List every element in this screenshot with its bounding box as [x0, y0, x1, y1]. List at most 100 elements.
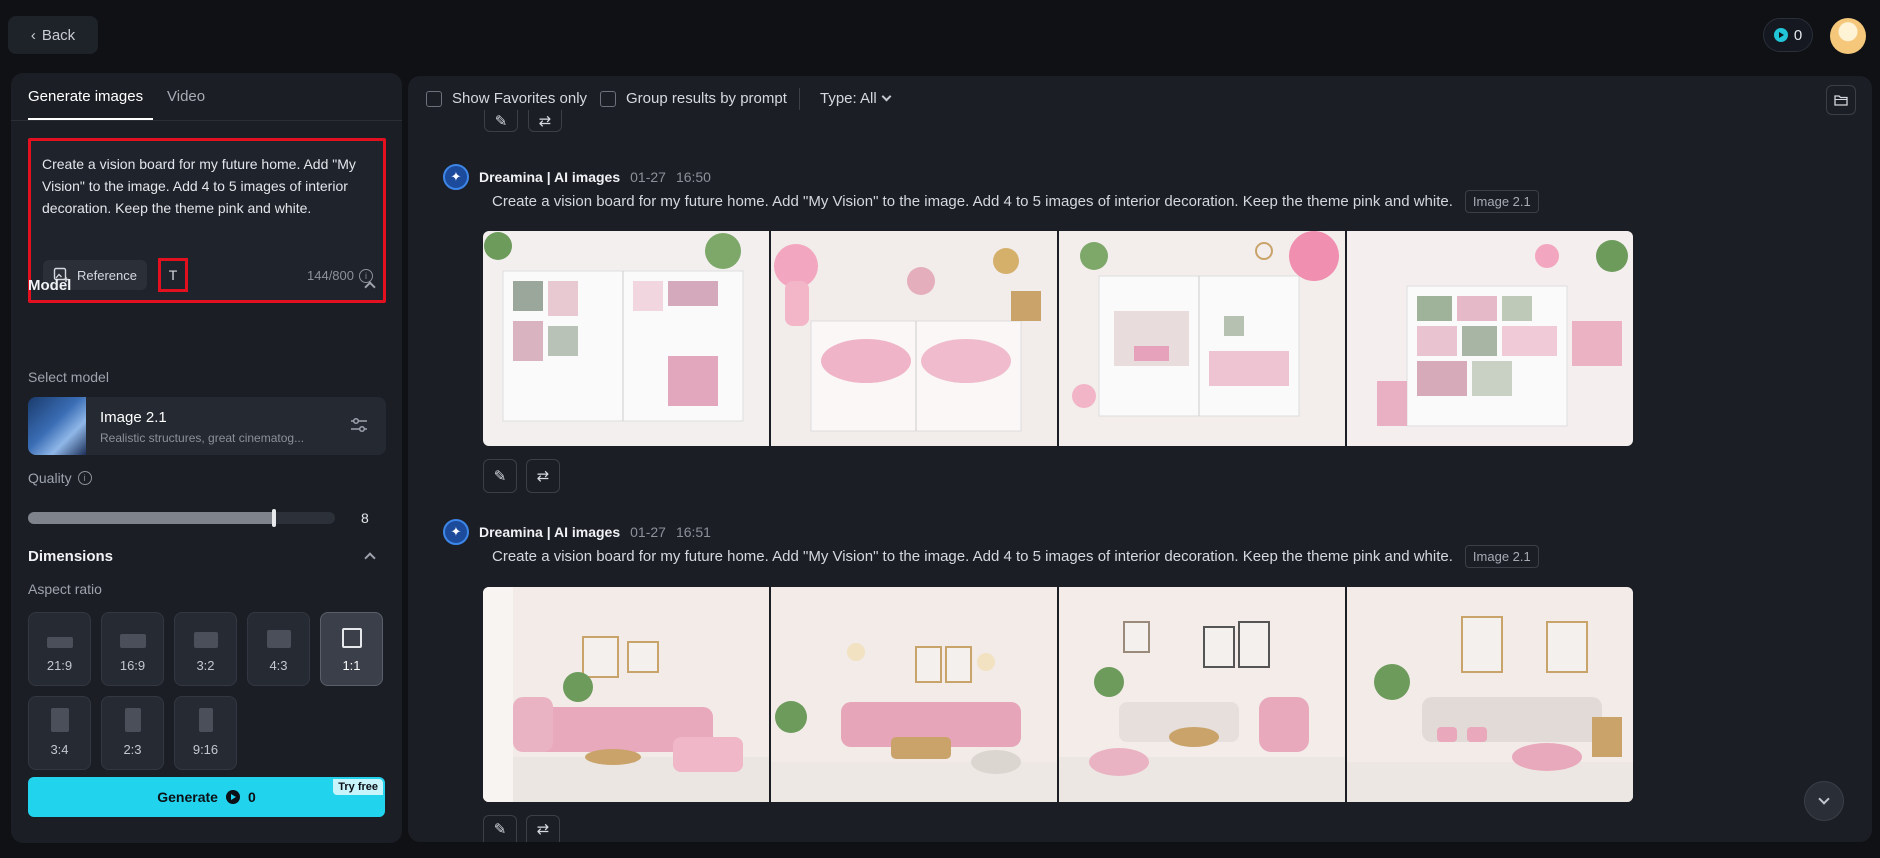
generated-image[interactable] [1347, 231, 1633, 446]
regenerate-icon: ⇄ [536, 821, 550, 838]
generation-author: Dreamina | AI images [479, 524, 621, 540]
group-checkbox[interactable] [600, 90, 616, 107]
generation-prompt[interactable]: Create a vision board for my future home… [492, 545, 1539, 568]
dreamina-logo-icon: ✦ [443, 164, 469, 190]
edit-button[interactable]: ✎ [484, 110, 518, 132]
model-chip[interactable]: Image 2.1 [1464, 545, 1539, 568]
coin-icon [1773, 28, 1788, 42]
chevron-up-icon[interactable] [364, 552, 376, 564]
group-by-prompt-filter[interactable]: Group results by prompt [600, 90, 787, 107]
generation-time: 16:51 [675, 524, 711, 540]
text-tool-button[interactable]: T [158, 258, 188, 292]
aspect-shape-icon [50, 708, 69, 732]
credits-badge[interactable]: 0 [1763, 18, 1813, 52]
living-room-image-3 [1059, 587, 1345, 802]
generated-image[interactable] [1347, 587, 1633, 802]
living-room-image-2 [771, 587, 1057, 802]
prompt-input-box[interactable]: Create a vision board for my future home… [28, 138, 386, 303]
aspect-label: 2:3 [123, 742, 142, 757]
regenerate-icon: ⇄ [536, 468, 550, 485]
aspect-16-9-button[interactable]: 16:9 [101, 612, 164, 686]
generated-image[interactable] [771, 587, 1057, 802]
quality-slider-handle[interactable] [271, 509, 276, 527]
aspect-3-2-button[interactable]: 3:2 [174, 612, 237, 686]
regenerate-button[interactable]: ⇄ [526, 815, 560, 842]
quality-slider[interactable] [28, 509, 335, 527]
vision-board-image-1 [483, 231, 769, 446]
generate-credits: 0 [247, 789, 256, 805]
generation-time: 16:50 [675, 169, 711, 185]
text-tool-icon: T [168, 267, 178, 283]
aspect-label: 3:2 [196, 658, 215, 673]
image-row-vision-boards [483, 231, 1633, 446]
aspect-3-4-button[interactable]: 3:4 [28, 696, 91, 770]
folder-button[interactable] [1826, 85, 1856, 115]
quality-label: Quality [28, 470, 72, 486]
vision-board-image-4 [1347, 231, 1633, 446]
info-icon[interactable]: i [77, 471, 92, 485]
aspect-label: 9:16 [192, 742, 219, 757]
sliders-icon[interactable] [350, 417, 368, 433]
counter-text: 144/800 [307, 268, 354, 283]
aspect-shape-icon [198, 708, 213, 732]
aspect-shape-icon [119, 634, 146, 648]
chevron-left-icon: ‹ [30, 26, 36, 44]
avatar[interactable] [1830, 18, 1866, 54]
vision-board-image-2 [771, 231, 1057, 446]
top-bar: ‹ Back 0 [0, 0, 1880, 70]
generated-image[interactable] [771, 231, 1057, 446]
aspect-label: 4:3 [269, 658, 288, 673]
coin-icon [225, 790, 240, 804]
generation-prompt-text: Create a vision board for my future home… [492, 548, 1453, 565]
generate-button[interactable]: Generate 0 Try free [28, 777, 385, 817]
type-dropdown[interactable]: Type: All [820, 90, 892, 107]
aspect-9-16-button[interactable]: 9:16 [174, 696, 237, 770]
tab-generate-images[interactable]: Generate images [28, 88, 143, 105]
generated-image[interactable] [483, 587, 769, 802]
aspect-1-1-button[interactable]: 1:1 [320, 612, 383, 686]
filter-divider [799, 88, 800, 110]
info-icon[interactable]: i [359, 268, 373, 283]
vision-board-image-3 [1059, 231, 1345, 446]
try-free-badge: Try free [333, 779, 383, 795]
credits-count: 0 [1793, 26, 1803, 44]
generate-label: Generate [157, 789, 218, 805]
type-label: Type: All [820, 90, 877, 107]
chevron-down-icon [1818, 793, 1830, 805]
favorites-filter[interactable]: Show Favorites only [426, 90, 587, 107]
tab-video[interactable]: Video [167, 88, 205, 105]
generated-image[interactable] [1059, 587, 1345, 802]
quality-value: 8 [361, 510, 369, 526]
generation-header: ✦ Dreamina | AI images 01-27 16:51 [443, 519, 711, 545]
aspect-label: 3:4 [50, 742, 69, 757]
aspect-label: 16:9 [119, 658, 146, 673]
generated-image[interactable] [1059, 231, 1345, 446]
edit-button[interactable]: ✎ [483, 815, 517, 842]
model-section-title: Model [28, 277, 72, 294]
aspect-4-3-button[interactable]: 4:3 [247, 612, 310, 686]
aspect-label: 1:1 [342, 658, 361, 673]
prompt-text[interactable]: Create a vision board for my future home… [42, 153, 372, 219]
model-chip[interactable]: Image 2.1 [1464, 190, 1539, 213]
favorites-checkbox[interactable] [426, 90, 442, 107]
back-label: Back [41, 26, 76, 44]
generation-date: 01-27 [630, 169, 666, 185]
regenerate-button[interactable]: ⇄ [528, 110, 562, 132]
aspect-21-9-button[interactable]: 21:9 [28, 612, 91, 686]
back-button[interactable]: ‹ Back [8, 16, 98, 54]
generated-image[interactable] [483, 231, 769, 446]
aspect-shape-icon [193, 632, 218, 648]
aspect-2-3-button[interactable]: 2:3 [101, 696, 164, 770]
generation-settings-panel: Generate images Video Create a vision bo… [11, 73, 402, 843]
scroll-to-bottom-button[interactable] [1804, 781, 1844, 821]
dreamina-logo-icon: ✦ [443, 519, 469, 545]
group-label: Group results by prompt [626, 90, 787, 107]
model-selector[interactable]: Image 2.1 Realistic structures, great ci… [28, 397, 386, 455]
aspect-shape-icon [46, 637, 73, 648]
select-model-label: Select model [28, 369, 109, 385]
living-room-image-1 [483, 587, 769, 802]
regenerate-button[interactable]: ⇄ [526, 459, 560, 493]
generation-prompt[interactable]: Create a vision board for my future home… [492, 190, 1539, 213]
quality-slider-fill [28, 512, 274, 524]
edit-button[interactable]: ✎ [483, 459, 517, 493]
